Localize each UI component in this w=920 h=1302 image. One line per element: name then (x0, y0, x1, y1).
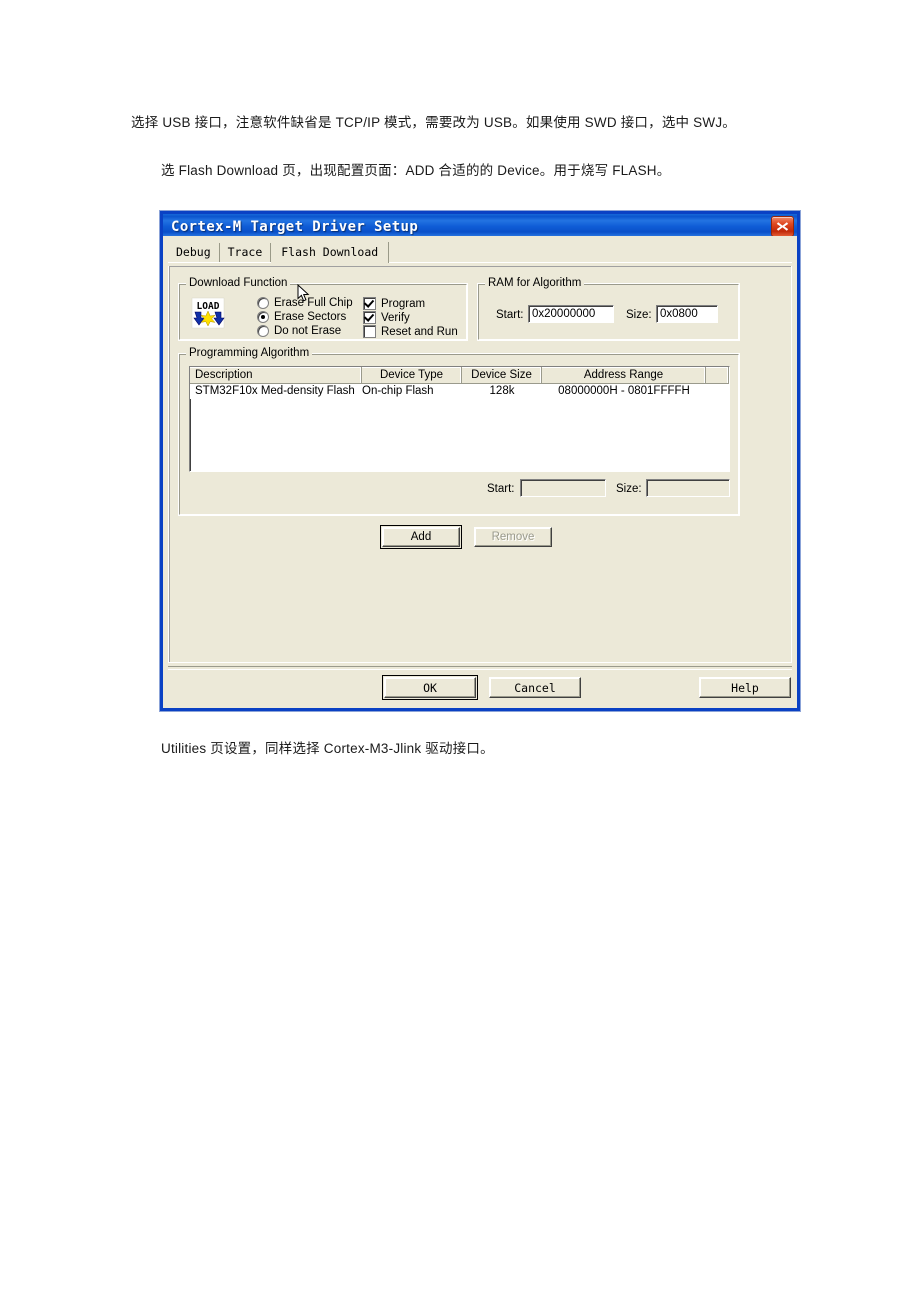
column-header-description[interactable]: Description (190, 367, 362, 383)
ram-size-label: Size: (626, 309, 652, 321)
programming-algorithm-group: Programming Algorithm Description Device… (178, 347, 740, 516)
checkbox-indicator (363, 311, 376, 324)
cell-device-type: On-chip Flash (362, 385, 434, 397)
ram-size-input[interactable]: 0x0800 (656, 305, 718, 323)
tab-trace-label: Trace (227, 245, 263, 259)
radio-erase-full-chip[interactable]: Erase Full Chip (257, 297, 353, 309)
svg-text:LOAD: LOAD (197, 301, 220, 312)
radio-do-not-erase-label: Do not Erase (274, 325, 342, 337)
tabstrip: Debug Trace Flash Download (168, 240, 792, 263)
programming-algorithm-list[interactable]: Description Device Type Device Size Addr… (189, 366, 730, 472)
radio-erase-full-chip-label: Erase Full Chip (274, 297, 353, 309)
ram-start-input[interactable]: 0x20000000 (528, 305, 614, 323)
dialog-button-bar: OK Cancel Help (168, 666, 792, 704)
algorithm-start-label: Start: (487, 483, 515, 495)
cancel-button[interactable]: Cancel (489, 677, 581, 698)
cell-description: STM32F10x Med-density Flash (195, 385, 355, 397)
checkbox-verify[interactable]: Verify (363, 311, 410, 324)
algorithm-size-label: Size: (616, 483, 642, 495)
close-icon[interactable] (771, 216, 794, 237)
document-paragraph-1: 选择 USB 接口，注意软件缺省是 TCP/IP 模式，需要改为 USB。如果使… (131, 115, 736, 130)
dialog-title: Cortex-M Target Driver Setup (171, 218, 419, 235)
tab-trace[interactable]: Trace (219, 243, 272, 262)
ram-for-algorithm-title: RAM for Algorithm (485, 277, 585, 289)
radio-indicator (257, 297, 269, 309)
cell-address-range: 08000000H - 0801FFFFH (558, 385, 690, 397)
checkbox-indicator (363, 297, 376, 310)
table-row[interactable]: STM32F10x Med-density Flash On-chip Flas… (190, 384, 729, 399)
dialog-titlebar[interactable]: Cortex-M Target Driver Setup (160, 211, 800, 239)
ram-start-label: Start: (496, 309, 524, 321)
document-paragraph-2: 选 Flash Download 页，出现配置页面：ADD 合适的的 Devic… (161, 163, 671, 178)
help-button[interactable]: Help (699, 677, 791, 698)
tab-debug-label: Debug (176, 245, 211, 259)
checkbox-indicator (363, 325, 376, 338)
algorithm-table-header: Description Device Type Device Size Addr… (190, 367, 729, 384)
radio-indicator (257, 325, 269, 337)
radio-erase-sectors[interactable]: Erase Sectors (257, 311, 346, 323)
button-bar-separator (168, 666, 792, 670)
algorithm-size-input[interactable] (646, 479, 730, 497)
checkbox-reset-and-run[interactable]: Reset and Run (363, 325, 458, 338)
tab-flash-download[interactable]: Flash Download (271, 242, 390, 263)
download-function-title: Download Function (186, 277, 291, 289)
tab-debug[interactable]: Debug (168, 243, 220, 262)
column-header-device-size[interactable]: Device Size (462, 367, 542, 383)
document-paragraph-3: Utilities 页设置，同样选择 Cortex-M3-Jlink 驱动接口。 (161, 741, 494, 756)
radio-do-not-erase[interactable]: Do not Erase (257, 325, 341, 337)
dialog-client-area: Debug Trace Flash Download Download Func… (163, 236, 797, 708)
remove-button: Remove (474, 527, 552, 547)
column-header-spacer[interactable] (706, 367, 729, 383)
checkbox-reset-and-run-label: Reset and Run (381, 325, 458, 338)
load-icon: LOAD (191, 297, 225, 329)
tab-flash-download-label: Flash Download (281, 245, 379, 259)
radio-indicator (257, 311, 269, 323)
checkbox-verify-label: Verify (381, 311, 410, 324)
ram-for-algorithm-group: RAM for Algorithm Start: 0x20000000 Size… (477, 277, 740, 341)
download-function-group: Download Function LOAD Erase Full Chip E… (178, 277, 468, 341)
algorithm-start-input[interactable] (520, 479, 606, 497)
programming-algorithm-title: Programming Algorithm (186, 347, 313, 359)
checkbox-program[interactable]: Program (363, 297, 425, 310)
checkbox-program-label: Program (381, 297, 426, 310)
flash-download-tabpage: Download Function LOAD Erase Full Chip E… (168, 266, 792, 663)
column-header-address-range[interactable]: Address Range (542, 367, 706, 383)
add-button[interactable]: Add (380, 525, 462, 549)
column-header-device-type[interactable]: Device Type (362, 367, 462, 383)
ok-button[interactable]: OK (382, 675, 478, 700)
target-driver-setup-dialog: Cortex-M Target Driver Setup Debug Trace… (160, 211, 800, 711)
cell-device-size: 128k (489, 385, 515, 397)
radio-erase-sectors-label: Erase Sectors (274, 311, 347, 323)
algorithm-table-body: STM32F10x Med-density Flash On-chip Flas… (190, 384, 729, 399)
